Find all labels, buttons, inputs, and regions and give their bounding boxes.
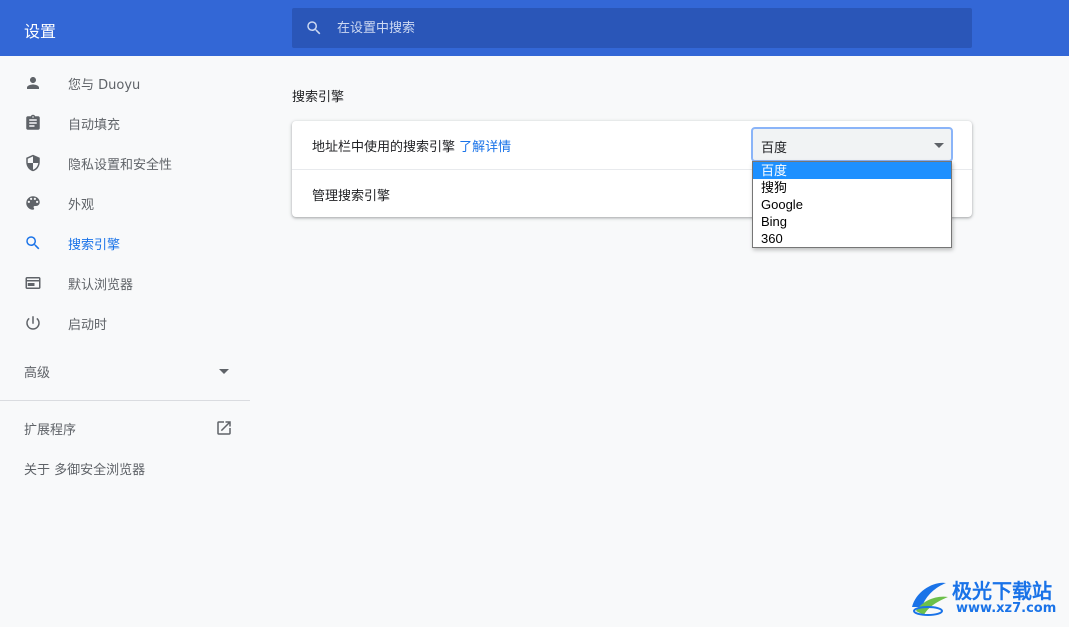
sidebar-item-extensions[interactable]: 扩展程序 (0, 408, 250, 448)
person-icon (27, 77, 39, 89)
sidebar-item-label: 启动时 (68, 318, 108, 333)
sidebar-item-label: 默认浏览器 (68, 278, 134, 293)
sidebar-item-label: 外观 (68, 198, 95, 213)
sidebar-item-label: 自动填充 (68, 118, 121, 133)
shield-icon (26, 154, 40, 172)
sidebar-item-search-engine[interactable]: 搜索引擎 (0, 223, 250, 263)
page-title: 设置 (24, 22, 57, 41)
dropdown-option[interactable]: 360 (753, 230, 951, 247)
watermark-title: 极光下载站 (952, 579, 1052, 603)
sidebar-item-on-startup[interactable]: 启动时 (0, 303, 250, 343)
power-icon (26, 316, 40, 330)
dropdown-option[interactable]: Google (753, 196, 951, 213)
dropdown-option[interactable]: Bing (753, 213, 951, 230)
default-engine-row-label: 地址栏中使用的搜索引擎 了解详情 (312, 136, 511, 155)
section-title: 搜索引擎 (292, 90, 345, 105)
search-input[interactable] (337, 8, 957, 48)
settings-search-box[interactable] (292, 8, 972, 48)
watermark: 极光下载站 www.xz7.com (906, 573, 1066, 621)
sidebar-item-default-browser[interactable]: 默认浏览器 (0, 263, 250, 303)
manage-search-engines-row[interactable]: 管理搜索引擎 (312, 185, 390, 204)
open-in-new-icon (217, 421, 231, 435)
palette-icon (26, 196, 40, 210)
sidebar-item-privacy-security[interactable]: 隐私设置和安全性 (0, 143, 250, 183)
search-engine-select[interactable]: 百度 (751, 127, 953, 162)
default-engine-label: 地址栏中使用的搜索引擎 (312, 140, 456, 155)
browser-icon (25, 277, 41, 289)
caret-down-icon (219, 369, 229, 374)
watermark-url: www.xz7.com (956, 601, 1057, 616)
select-value: 百度 (761, 141, 788, 156)
sidebar-item-appearance[interactable]: 外观 (0, 183, 250, 223)
search-icon (307, 21, 321, 35)
advanced-label: 高级 (24, 366, 51, 381)
dropdown-option[interactable]: 百度 (753, 162, 951, 179)
clipboard-icon (26, 114, 40, 130)
sidebar-item-label: 隐私设置和安全性 (68, 158, 173, 173)
sidebar-item-label: 您与 Duoyu (68, 78, 141, 93)
top-bar: 设置 (0, 0, 1069, 56)
dropdown-option[interactable]: 搜狗 (753, 179, 951, 196)
aurora-logo-icon (912, 582, 948, 616)
advanced-toggle[interactable]: 高级 (0, 351, 250, 391)
search-engine-dropdown: 百度 搜狗 Google Bing 360 (752, 161, 952, 248)
sidebar-item-autofill[interactable]: 自动填充 (0, 103, 250, 143)
sidebar-divider (0, 400, 250, 401)
sidebar-item-you-and-duoyu[interactable]: 您与 Duoyu (0, 63, 250, 103)
caret-down-icon (934, 143, 944, 148)
sidebar-item-about[interactable]: 关于 多御安全浏览器 (0, 448, 250, 488)
search-icon (26, 236, 40, 250)
sidebar-item-label: 搜索引擎 (68, 238, 121, 253)
learn-more-link[interactable]: 了解详情 (459, 140, 511, 155)
about-label: 关于 多御安全浏览器 (24, 463, 146, 478)
extensions-label: 扩展程序 (24, 423, 77, 438)
